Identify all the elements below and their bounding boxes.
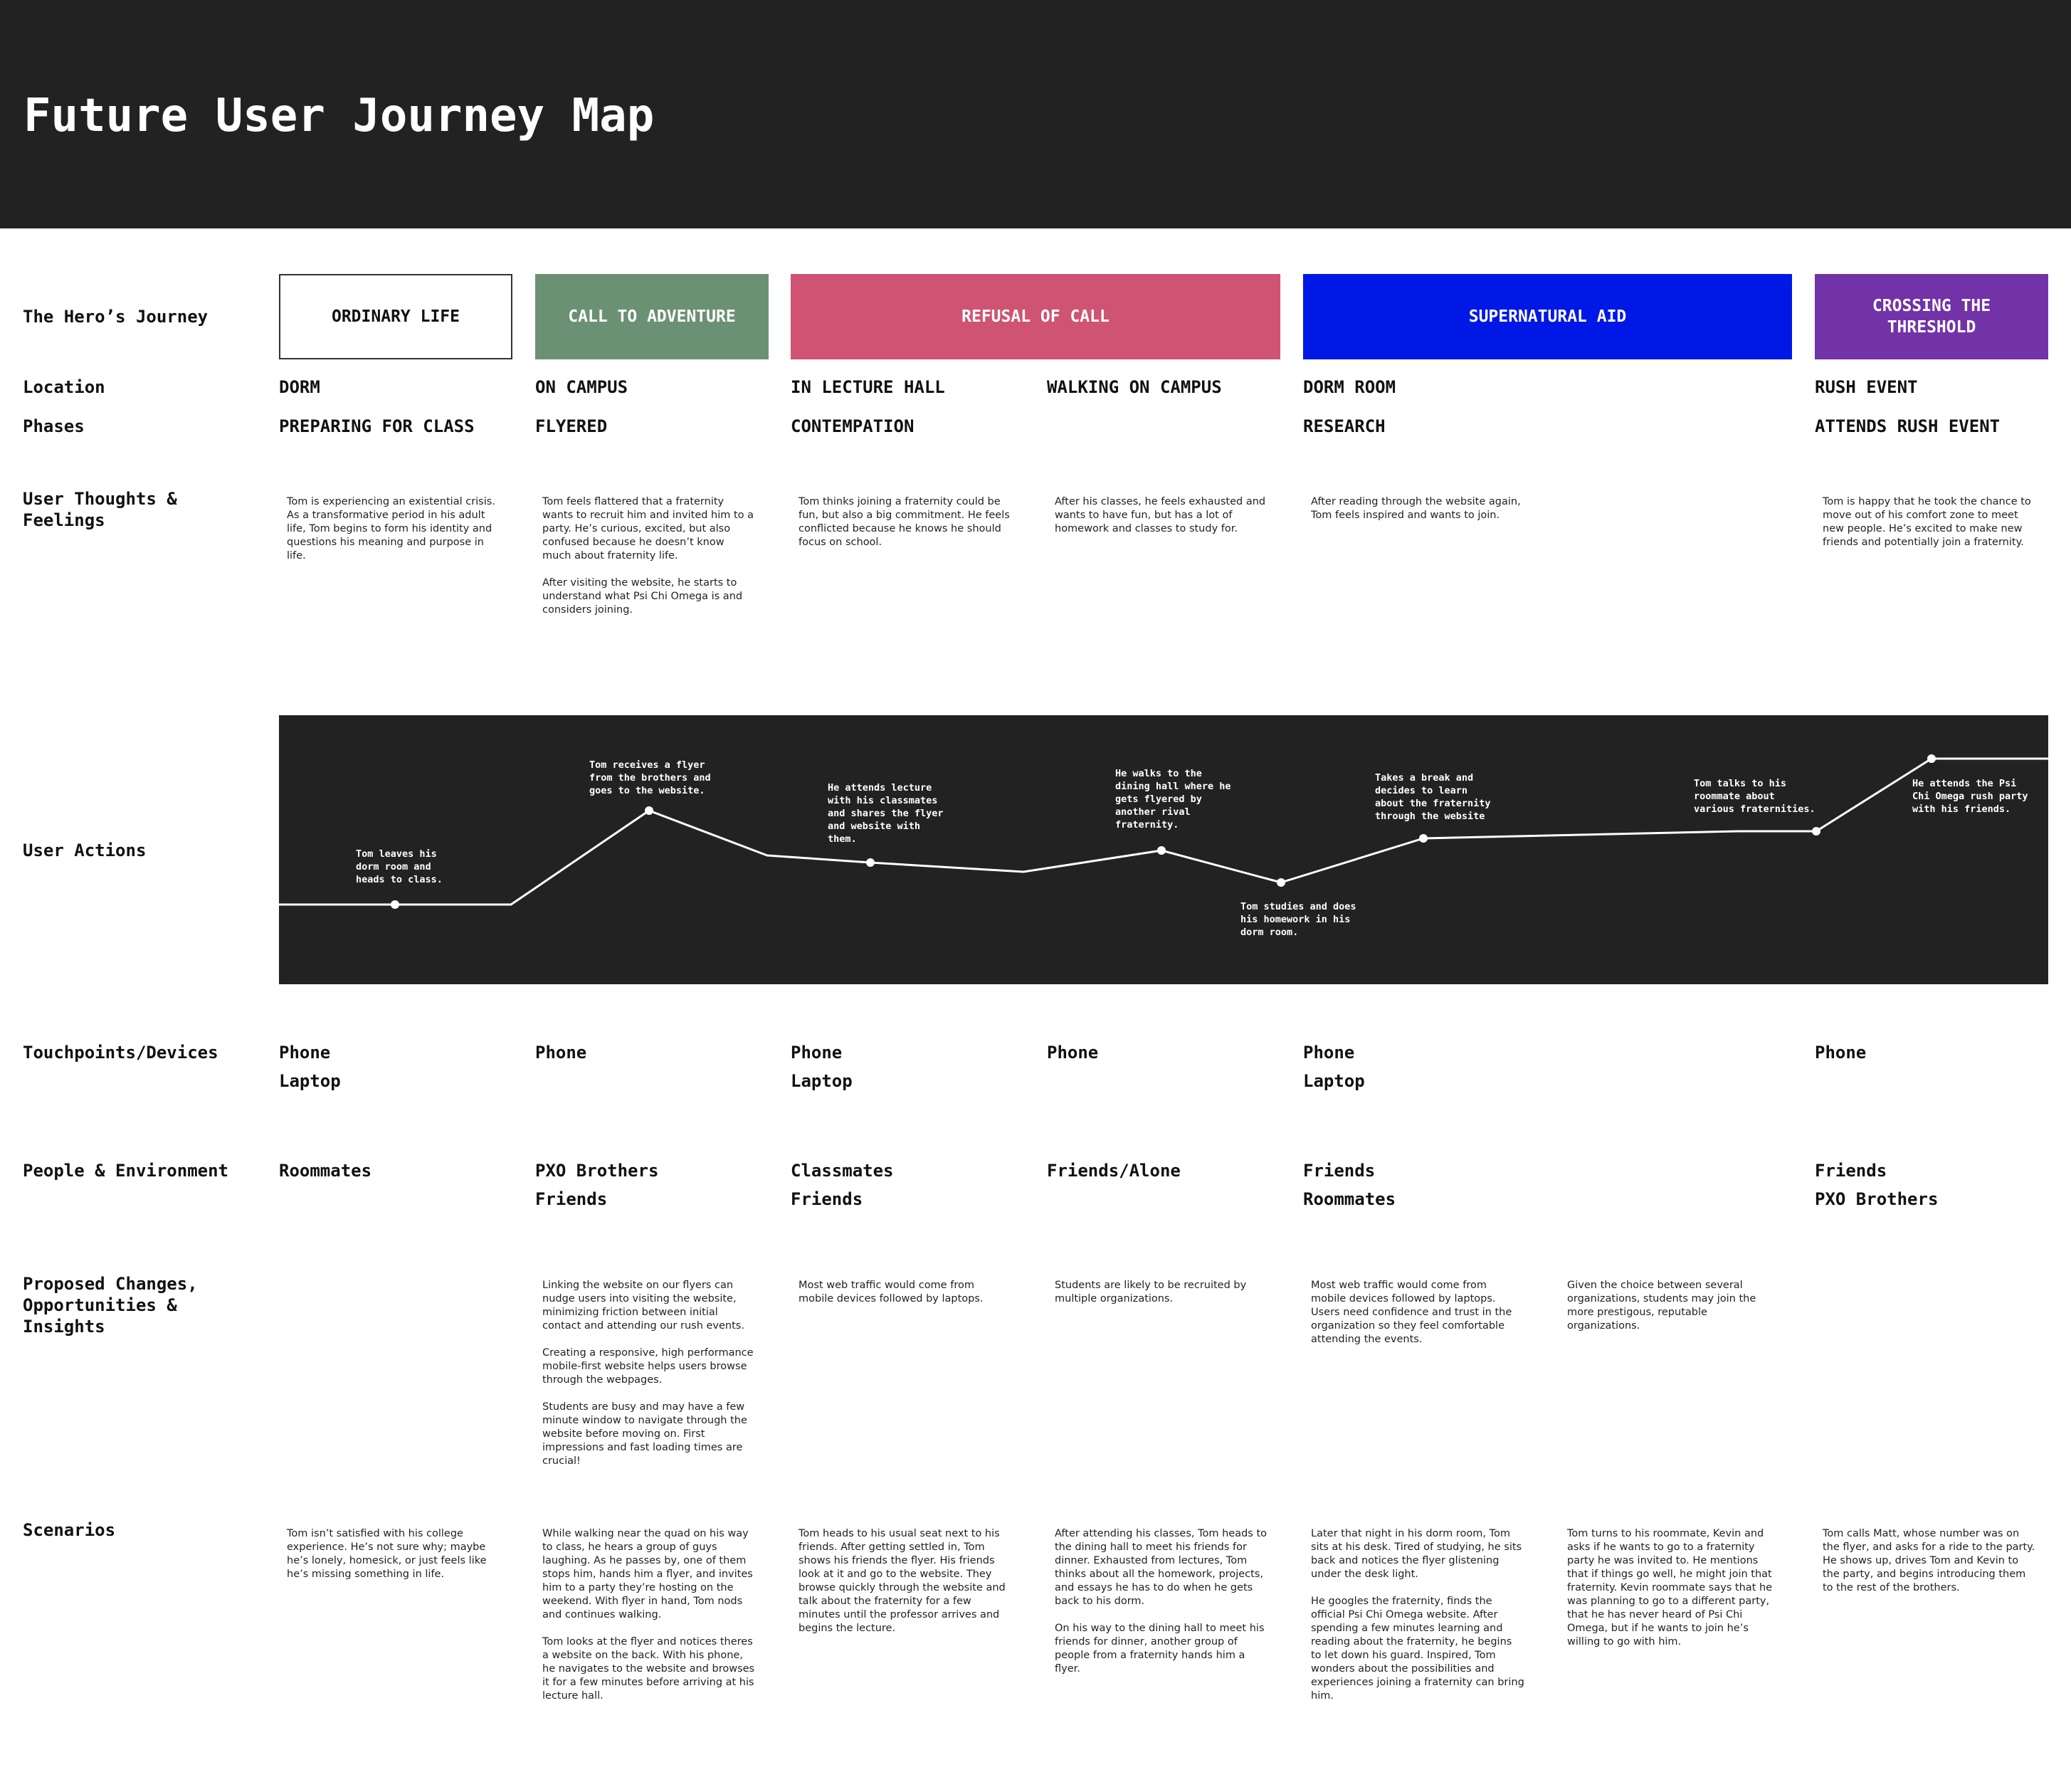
- touchpoints-cell: Phone Laptop: [791, 1043, 853, 1091]
- action-label: He attends lecture with his classmates a…: [828, 782, 944, 845]
- location-rush-event: RUSH EVENT: [1815, 377, 1918, 397]
- row-label-scenarios: Scenarios: [23, 1520, 116, 1540]
- phase-preparing-for-class: PREPARING FOR CLASS: [279, 416, 475, 436]
- action-point: [1157, 846, 1166, 855]
- action-label: Tom studies and does his homework in his…: [1240, 901, 1356, 938]
- people-cell: Friends/Alone: [1047, 1161, 1181, 1181]
- row-label-touchpoints: Touchpoints/Devices: [23, 1043, 218, 1063]
- action-label: He attends the Psi Chi Omega rush party …: [1912, 778, 2028, 815]
- people-cell: Friends PXO Brothers: [1815, 1161, 1939, 1209]
- phase-contempation: CONTEMPATION: [791, 416, 915, 436]
- location-on-campus: ON CAMPUS: [535, 377, 628, 397]
- phase-attends-rush-event: ATTENDS RUSH EVENT: [1815, 416, 2001, 436]
- row-label-thoughts: User Thoughts & Feelings: [23, 489, 177, 530]
- action-point: [866, 858, 875, 867]
- journey-line-chart: [279, 754, 2048, 909]
- header-bar: Future User Journey Map: [0, 0, 2071, 228]
- scenario-cell: Later that night in his dorm room, Tom s…: [1311, 1528, 1524, 1702]
- insight-cell: Most web traffic would come from mobile …: [799, 1280, 984, 1305]
- people-cell: Classmates Friends: [791, 1161, 894, 1209]
- location-dorm: DORM: [279, 377, 320, 397]
- action-label: Tom receives a flyer from the brothers a…: [589, 759, 711, 796]
- row-label-phases: Phases: [23, 416, 85, 436]
- location-lecture-hall: IN LECTURE HALL: [791, 377, 945, 397]
- action-label: Tom talks to his roommate about various …: [1694, 778, 1816, 815]
- insight-cell: Most web traffic would come from mobile …: [1311, 1280, 1512, 1345]
- insight-cell: Students are likely to be recruited by m…: [1055, 1280, 1247, 1305]
- touchpoints-cell: Phone Laptop: [279, 1043, 341, 1091]
- touchpoints-cell: Phone Laptop: [1303, 1043, 1365, 1091]
- action-label: Tom leaves his dorm room and heads to cl…: [356, 848, 443, 885]
- scenario-cell: After attending his classes, Tom heads t…: [1055, 1528, 1268, 1675]
- thoughts-cell: Tom feels flattered that a fraternity wa…: [542, 496, 754, 616]
- action-label: Takes a break and decides to learn about…: [1375, 772, 1491, 822]
- touchpoints-cell: Phone: [535, 1043, 587, 1063]
- stage-crossing-the-threshold: CROSSING THE THRESHOLD: [1815, 274, 2048, 359]
- action-point: [1812, 827, 1820, 836]
- action-point: [391, 900, 399, 909]
- thoughts-cell: Tom is happy that he took the chance to …: [1823, 496, 2031, 548]
- scenario-cell: While walking near the quad on his way t…: [542, 1528, 755, 1702]
- action-point: [1419, 834, 1428, 843]
- action-point: [1277, 878, 1285, 887]
- action-point: [645, 806, 653, 815]
- touchpoints-cell: Phone: [1815, 1043, 1867, 1063]
- insight-cell: Linking the website on our flyers can nu…: [542, 1280, 754, 1467]
- thoughts-cell: Tom is experiencing an existential crisi…: [287, 496, 495, 562]
- user-actions-panel: Tom leaves his dorm room and heads to cl…: [279, 715, 2048, 984]
- row-label-people: People & Environment: [23, 1161, 228, 1181]
- scenario-cell: Tom calls Matt, whose number was on the …: [1823, 1528, 2035, 1593]
- people-cell: PXO Brothers Friends: [535, 1161, 659, 1209]
- stage-ordinary-life: ORDINARY LIFE: [279, 274, 512, 359]
- location-walking-on-campus: WALKING ON CAMPUS: [1047, 377, 1222, 397]
- row-label-actions: User Actions: [23, 840, 147, 860]
- scenario-cell: Tom heads to his usual seat next to his …: [799, 1528, 1006, 1634]
- stage-call-to-adventure: CALL TO ADVENTURE: [535, 274, 769, 359]
- scenario-cell: Tom turns to his roommate, Kevin and ask…: [1567, 1528, 1773, 1648]
- row-label-hero: The Hero’s Journey: [23, 307, 209, 327]
- row-label-changes: Proposed Changes, Opportunities & Insigh…: [23, 1274, 198, 1337]
- scenario-cell: Tom isn’t satisfied with his college exp…: [287, 1528, 487, 1580]
- stage-supernatural-aid: SUPERNATURAL AID: [1303, 274, 1792, 359]
- thoughts-cell: After reading through the website again,…: [1311, 496, 1521, 521]
- people-cell: Roommates: [279, 1161, 372, 1181]
- action-label: He walks to the dining hall where he get…: [1115, 768, 1231, 831]
- people-cell: Friends Roommates: [1303, 1161, 1396, 1209]
- phase-research: RESEARCH: [1303, 416, 1386, 436]
- stage-refusal-of-call: REFUSAL OF CALL: [791, 274, 1280, 359]
- page-title: Future User Journey Map: [23, 90, 655, 142]
- location-dorm-room: DORM ROOM: [1303, 377, 1396, 397]
- touchpoints-cell: Phone: [1047, 1043, 1099, 1063]
- action-point: [1927, 754, 1936, 763]
- phase-flyered: FLYERED: [535, 416, 608, 436]
- insight-cell: Given the choice between several organiz…: [1567, 1280, 1756, 1332]
- row-label-location: Location: [23, 377, 105, 397]
- thoughts-cell: Tom thinks joining a fraternity could be…: [799, 496, 1010, 548]
- thoughts-cell: After his classes, he feels exhausted an…: [1055, 496, 1266, 534]
